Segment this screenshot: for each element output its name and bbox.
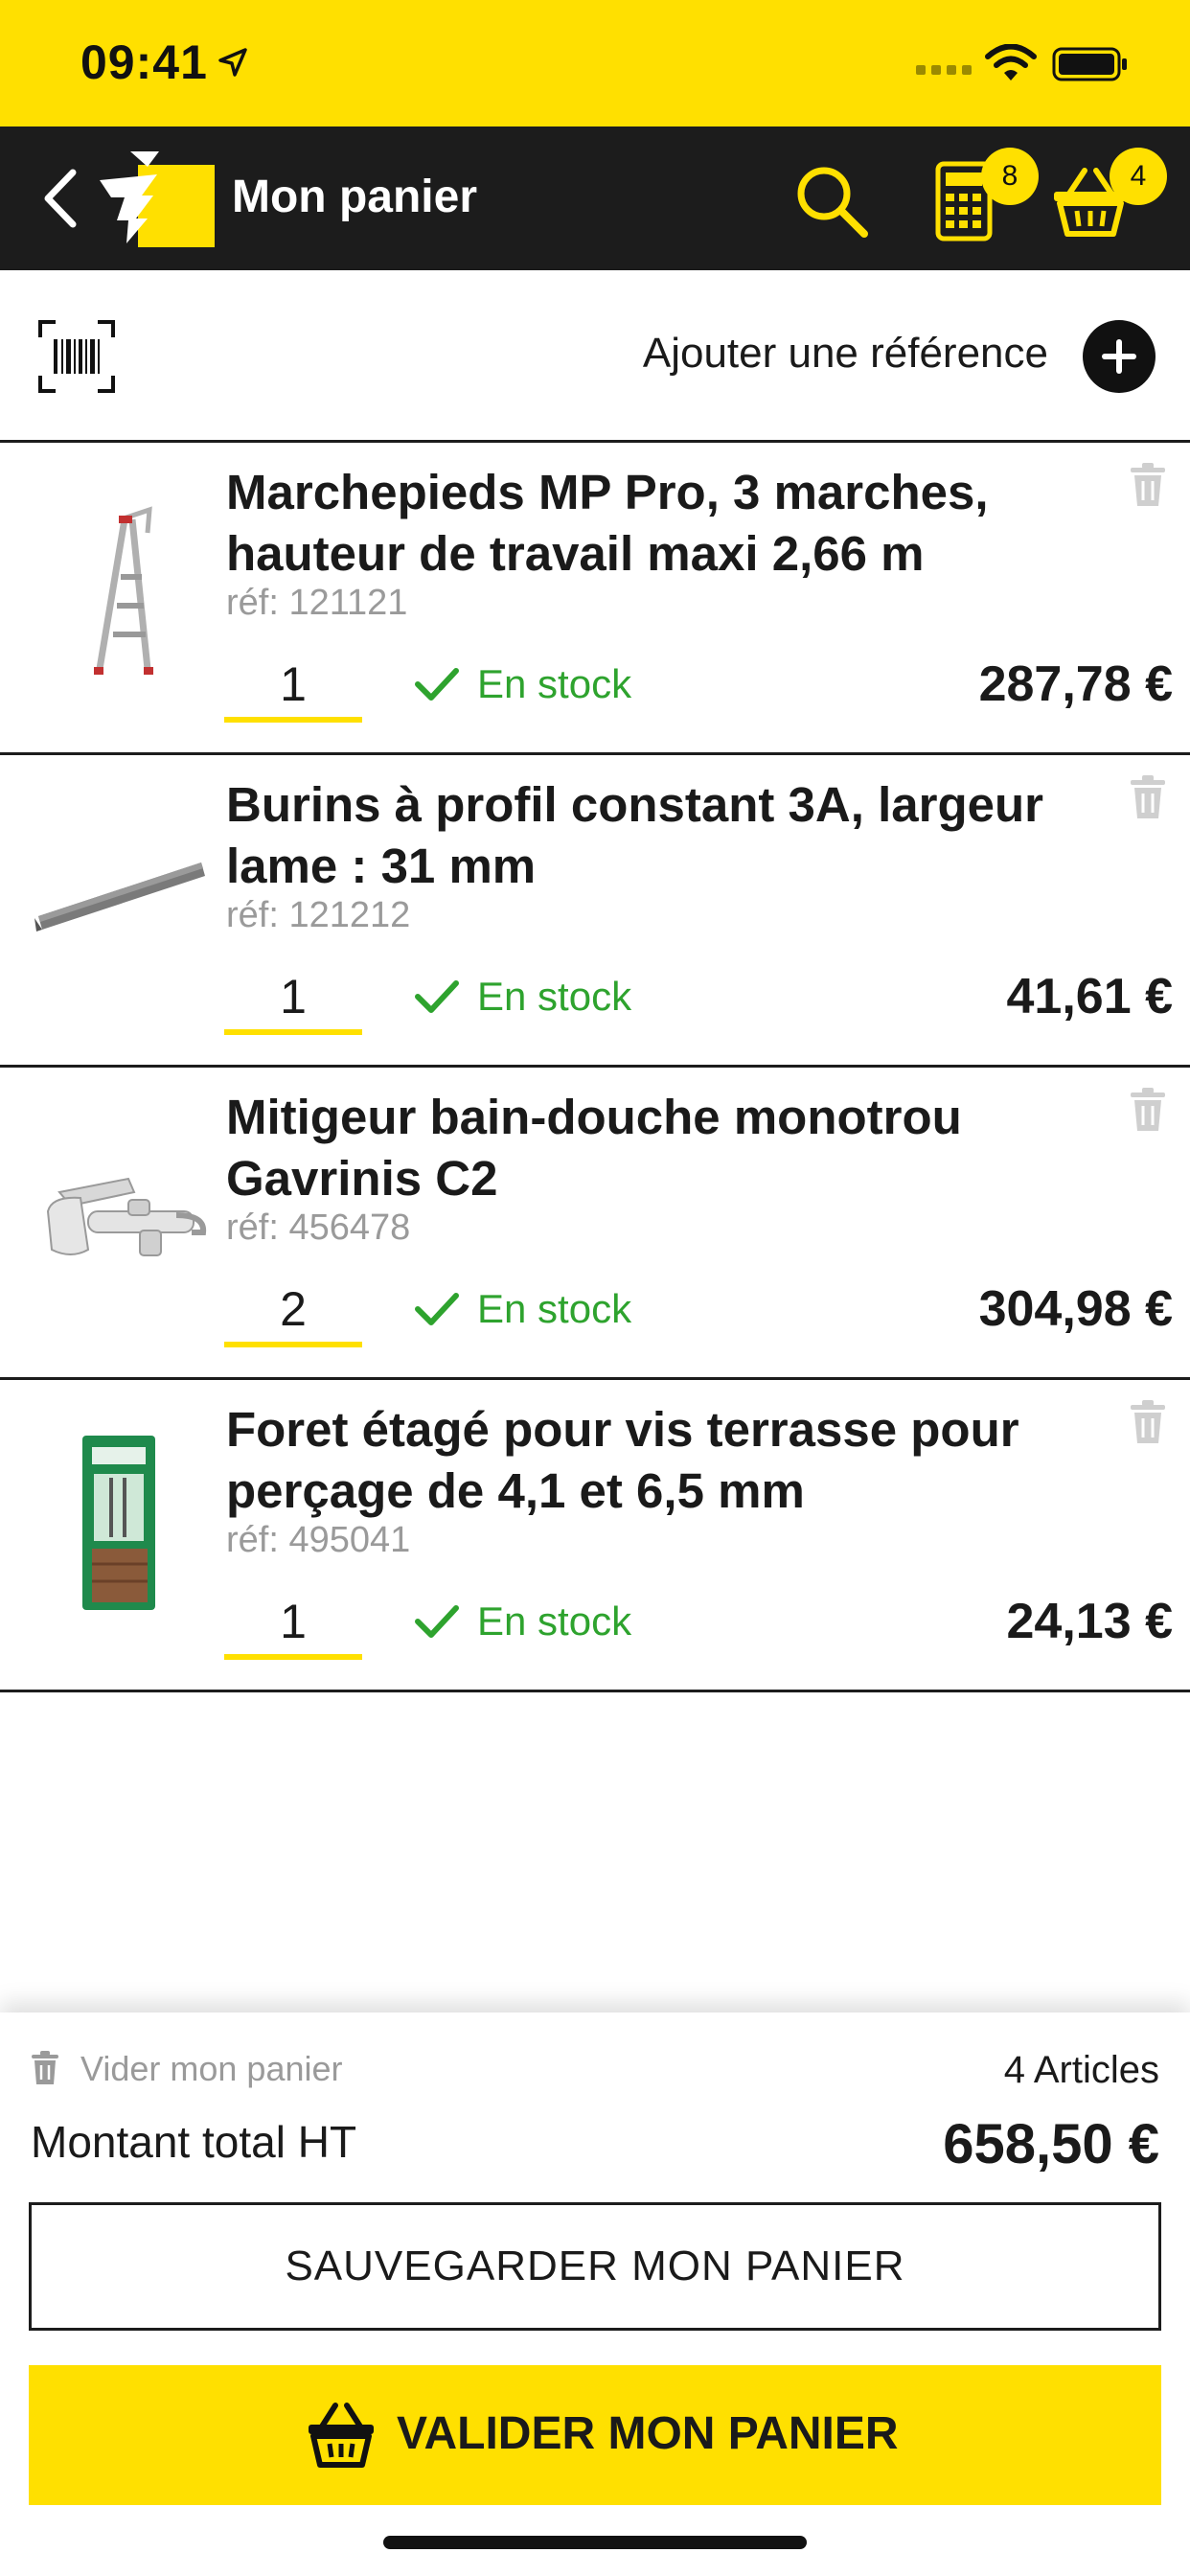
status-time: 09:41	[80, 35, 208, 89]
item-price: 287,78 €	[978, 656, 1173, 712]
add-reference-label[interactable]: Ajouter une référence	[643, 330, 1048, 378]
product-image-chisel	[34, 862, 205, 932]
status-bar: 09:41	[0, 0, 1190, 126]
clear-cart-link[interactable]: Vider mon panier	[80, 2049, 343, 2089]
item-price: 41,61 €	[1006, 969, 1174, 1024]
check-icon	[415, 980, 459, 1013]
trash-icon[interactable]	[1129, 774, 1167, 820]
quantity-input[interactable]: 1	[224, 964, 362, 1035]
cart-item: Marchepieds MP Pro, 3 marches, hauteur d…	[0, 443, 1190, 755]
stock-status: En stock	[477, 974, 632, 1019]
articles-count: 4 Articles	[1003, 2049, 1159, 2091]
product-image-faucet	[46, 1177, 207, 1256]
quantity-input[interactable]: 1	[224, 652, 362, 723]
basket-icon	[309, 2403, 374, 2468]
save-cart-button[interactable]: SAUVEGARDER MON PANIER	[29, 2202, 1161, 2331]
total-value: 658,50 €	[943, 2113, 1159, 2175]
trash-icon[interactable]	[1129, 462, 1167, 508]
wifi-icon	[985, 44, 1037, 80]
item-ref: réf: 121121	[226, 583, 408, 623]
quantity-input[interactable]: 2	[224, 1276, 362, 1347]
basket-badge: 4	[1110, 148, 1167, 205]
back-chevron-icon[interactable]	[38, 167, 80, 230]
check-icon	[415, 1605, 459, 1638]
barcode-scan-icon[interactable]	[38, 320, 115, 393]
item-ref: réf: 495041	[226, 1520, 411, 1560]
item-name[interactable]: Foret étagé pour vis terrasse pour perça…	[226, 1399, 1060, 1522]
stock-status: En stock	[477, 661, 632, 706]
quantity-input[interactable]: 1	[224, 1589, 362, 1660]
validate-cart-label: VALIDER MON PANIER	[397, 2408, 899, 2459]
cart-item: Mitigeur bain-douche monotrou Gavrinis C…	[0, 1068, 1190, 1380]
cell-signal-icon	[916, 65, 972, 75]
search-icon[interactable]	[793, 163, 870, 240]
home-indicator[interactable]	[383, 2536, 807, 2549]
add-plus-icon[interactable]	[1083, 320, 1156, 393]
stock-status: En stock	[477, 1286, 632, 1331]
item-name[interactable]: Marchepieds MP Pro, 3 marches, hauteur d…	[226, 462, 1060, 585]
trash-icon[interactable]	[1129, 1399, 1167, 1445]
add-reference-row[interactable]: Ajouter une référence	[0, 270, 1190, 443]
location-arrow-icon	[218, 48, 247, 77]
nav-bar: Mon panier 8 4	[0, 126, 1190, 270]
check-icon	[415, 668, 459, 701]
item-price: 304,98 €	[978, 1281, 1173, 1337]
page-title: Mon panier	[232, 172, 478, 222]
total-label: Montant total HT	[31, 2117, 357, 2167]
item-price: 24,13 €	[1006, 1594, 1174, 1649]
item-ref: réf: 456478	[226, 1208, 411, 1248]
validate-cart-button[interactable]: VALIDER MON PANIER	[29, 2365, 1161, 2505]
cart-footer: Vider mon panier 4 Articles Montant tota…	[0, 2012, 1190, 2576]
brand-logo	[100, 151, 215, 247]
cart-item: Burins à profil constant 3A, largeur lam…	[0, 755, 1190, 1068]
item-name[interactable]: Mitigeur bain-douche monotrou Gavrinis C…	[226, 1087, 1060, 1209]
stock-status: En stock	[477, 1598, 632, 1644]
cart-item: Foret étagé pour vis terrasse pour perça…	[0, 1380, 1190, 1692]
trash-icon[interactable]	[1129, 1087, 1167, 1133]
product-image-ladder	[94, 506, 153, 675]
item-name[interactable]: Burins à profil constant 3A, largeur lam…	[226, 774, 1060, 897]
product-image-drill-bit-pack	[82, 1436, 155, 1610]
check-icon	[415, 1293, 459, 1325]
trash-icon[interactable]	[31, 2051, 59, 2085]
calculator-badge: 8	[981, 148, 1039, 205]
battery-icon	[1052, 47, 1127, 81]
item-ref: réf: 121212	[226, 895, 411, 935]
